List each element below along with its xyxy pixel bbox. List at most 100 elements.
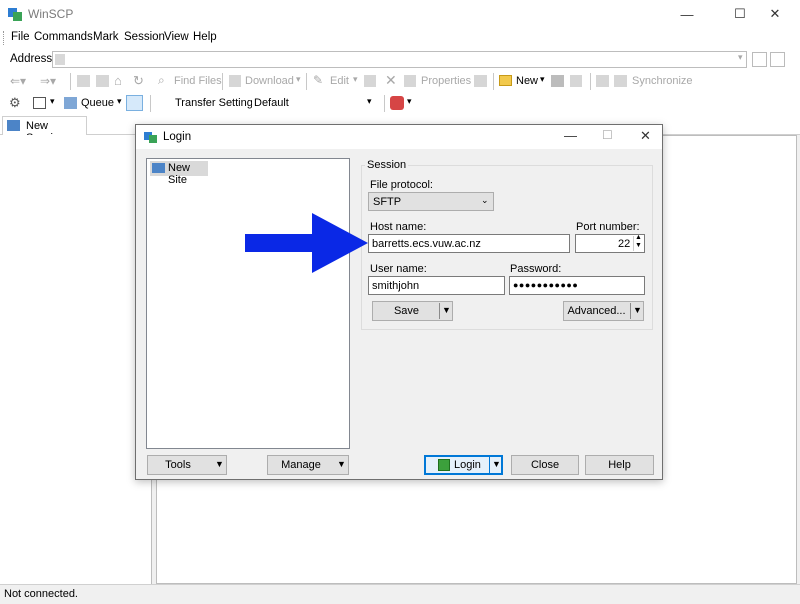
chevron-down-icon[interactable]: ▼ bbox=[633, 305, 642, 315]
spinner-up-icon[interactable]: ▲ bbox=[635, 234, 642, 241]
file-protocol-label: File protocol: bbox=[370, 179, 433, 191]
save-button[interactable]: Save ▼ bbox=[372, 301, 453, 321]
separator bbox=[384, 95, 385, 112]
terminal-icon[interactable] bbox=[570, 75, 582, 87]
login-button[interactable]: Login ▼ bbox=[424, 455, 503, 475]
back-icon[interactable]: ⇐▾ bbox=[10, 74, 26, 88]
minimize-button[interactable]: — bbox=[664, 0, 710, 28]
properties-icon bbox=[404, 75, 416, 87]
chevron-down-icon: ⌄ bbox=[481, 195, 489, 205]
spinner-down-icon[interactable]: ▼ bbox=[635, 242, 642, 249]
menu-commands[interactable]: Commands bbox=[34, 31, 93, 43]
help-button[interactable]: Help bbox=[585, 455, 654, 475]
open-directory-icon[interactable] bbox=[752, 52, 767, 67]
help-button-label: Help bbox=[608, 459, 631, 471]
properties-button[interactable]: Properties bbox=[421, 75, 471, 87]
address-label: Address bbox=[10, 53, 53, 65]
chevron-down-icon[interactable]: ▼ bbox=[442, 305, 451, 315]
filter-icon[interactable] bbox=[770, 52, 785, 67]
login-title: Login bbox=[163, 131, 192, 143]
edit-button[interactable]: Edit bbox=[330, 75, 349, 87]
home-icon[interactable]: ⌂ bbox=[114, 73, 122, 88]
host-name-value: barretts.ecs.vuw.ac.nz bbox=[372, 238, 481, 250]
close-button[interactable]: ✕ bbox=[752, 0, 798, 28]
menu-mark[interactable]: Mark bbox=[93, 31, 119, 43]
grip-handle bbox=[3, 31, 6, 45]
console-icon[interactable] bbox=[551, 75, 564, 87]
site-tree-item-label: New Site bbox=[168, 162, 191, 186]
menu-session[interactable]: Session bbox=[124, 31, 165, 43]
window-title: WinSCP bbox=[28, 7, 74, 21]
title-bar: WinSCP — ☐ ✕ bbox=[0, 0, 800, 28]
download-button[interactable]: Download bbox=[245, 75, 294, 87]
port-number-input[interactable]: 22 ▲ ▼ bbox=[575, 234, 645, 253]
queue-button[interactable]: Queue bbox=[81, 97, 114, 109]
login-title-bar: Login — ☐ ✕ bbox=[136, 125, 662, 149]
advanced-button[interactable]: Advanced... ▼ bbox=[563, 301, 644, 321]
port-spinner[interactable]: ▲ ▼ bbox=[633, 234, 644, 251]
panel-layout-icon[interactable] bbox=[33, 97, 46, 109]
separator bbox=[493, 73, 494, 90]
file-protocol-select[interactable]: SFTP ⌄ bbox=[368, 192, 494, 211]
menu-view[interactable]: View bbox=[164, 31, 189, 43]
compare-icon[interactable] bbox=[596, 75, 609, 87]
host-name-input[interactable]: barretts.ecs.vuw.ac.nz bbox=[368, 234, 570, 253]
navigation-toolbar: ⇐▾ ⇒▾ ⌂ ↻ ⌕ Find Files Download ▾ ✎ Edit… bbox=[0, 71, 800, 93]
minimize-icon: — bbox=[680, 6, 694, 22]
transfer-settings-select[interactable]: Default ▾ bbox=[252, 95, 378, 112]
address-input[interactable] bbox=[52, 51, 747, 68]
address-bar: Address ▾ bbox=[0, 49, 800, 71]
tab-new-session[interactable]: New Session bbox=[2, 116, 87, 144]
address-icon bbox=[55, 54, 65, 65]
synchronize-button[interactable]: Synchronize bbox=[632, 75, 693, 87]
new-button[interactable]: New bbox=[516, 75, 538, 87]
close-dialog-button[interactable]: Close bbox=[511, 455, 579, 475]
port-number-label: Port number: bbox=[576, 221, 640, 233]
queue-icon bbox=[64, 97, 77, 109]
preferences-gear-icon[interactable]: ⚙ bbox=[9, 95, 21, 111]
tools-button[interactable]: Tools ▼ bbox=[147, 455, 227, 475]
chevron-down-icon[interactable]: ▾ bbox=[353, 74, 358, 85]
root-directory-icon[interactable] bbox=[96, 75, 109, 87]
close-icon[interactable]: ✕ bbox=[640, 128, 651, 144]
chevron-down-icon[interactable]: ▾ bbox=[407, 96, 412, 107]
forward-icon[interactable]: ⇒▾ bbox=[40, 74, 56, 88]
delete-icon[interactable]: ✕ bbox=[385, 72, 397, 89]
menu-help[interactable]: Help bbox=[193, 31, 217, 43]
user-name-input[interactable]: smithjohn bbox=[368, 276, 505, 295]
save-button-label: Save bbox=[393, 305, 420, 317]
host-name-label: Host name: bbox=[370, 221, 427, 233]
move-icon[interactable] bbox=[364, 75, 376, 87]
site-tree[interactable]: New Site bbox=[146, 158, 350, 449]
separator bbox=[150, 95, 151, 112]
session-group-label: Session bbox=[365, 159, 409, 171]
site-tree-item[interactable]: New Site bbox=[150, 161, 208, 186]
close-button-label: Close bbox=[530, 459, 560, 471]
chevron-down-icon[interactable]: ▾ bbox=[50, 96, 55, 107]
chevron-down-icon[interactable]: ▼ bbox=[492, 459, 501, 469]
tools-button-label: Tools bbox=[165, 459, 191, 471]
queue-toggle-icon[interactable] bbox=[126, 95, 143, 111]
login-dialog: Login — ☐ ✕ New Site Session File protoc… bbox=[135, 124, 663, 480]
find-files-button[interactable]: Find Files bbox=[174, 75, 222, 87]
rename-icon[interactable] bbox=[474, 75, 487, 87]
transfer-settings-label: Transfer Settings bbox=[175, 97, 259, 109]
maximize-icon: ☐ bbox=[602, 128, 613, 142]
left-panel[interactable] bbox=[0, 135, 152, 584]
chevron-down-icon[interactable]: ▾ bbox=[296, 74, 301, 85]
chevron-down-icon[interactable]: ▾ bbox=[738, 52, 743, 63]
chevron-down-icon[interactable]: ▾ bbox=[117, 96, 122, 107]
transfer-settings-edit-icon[interactable] bbox=[390, 96, 404, 110]
menu-file[interactable]: File bbox=[11, 31, 30, 43]
refresh-icon[interactable]: ↻ bbox=[133, 73, 144, 89]
password-input[interactable]: ●●●●●●●●●●● bbox=[509, 276, 645, 295]
chevron-down-icon[interactable]: ▾ bbox=[540, 74, 545, 85]
menu-bar: File Commands Mark Session View Help bbox=[0, 28, 800, 48]
minimize-icon[interactable]: — bbox=[564, 128, 577, 143]
arrow-shape bbox=[245, 213, 368, 273]
chevron-down-icon: ▼ bbox=[215, 459, 224, 469]
queue-toolbar: ⚙ ▾ Queue ▾ Transfer Settings Default ▾ … bbox=[0, 93, 800, 115]
parent-directory-icon[interactable] bbox=[77, 75, 90, 87]
manage-button[interactable]: Manage ▼ bbox=[267, 455, 349, 475]
status-text: Not connected. bbox=[4, 588, 78, 600]
